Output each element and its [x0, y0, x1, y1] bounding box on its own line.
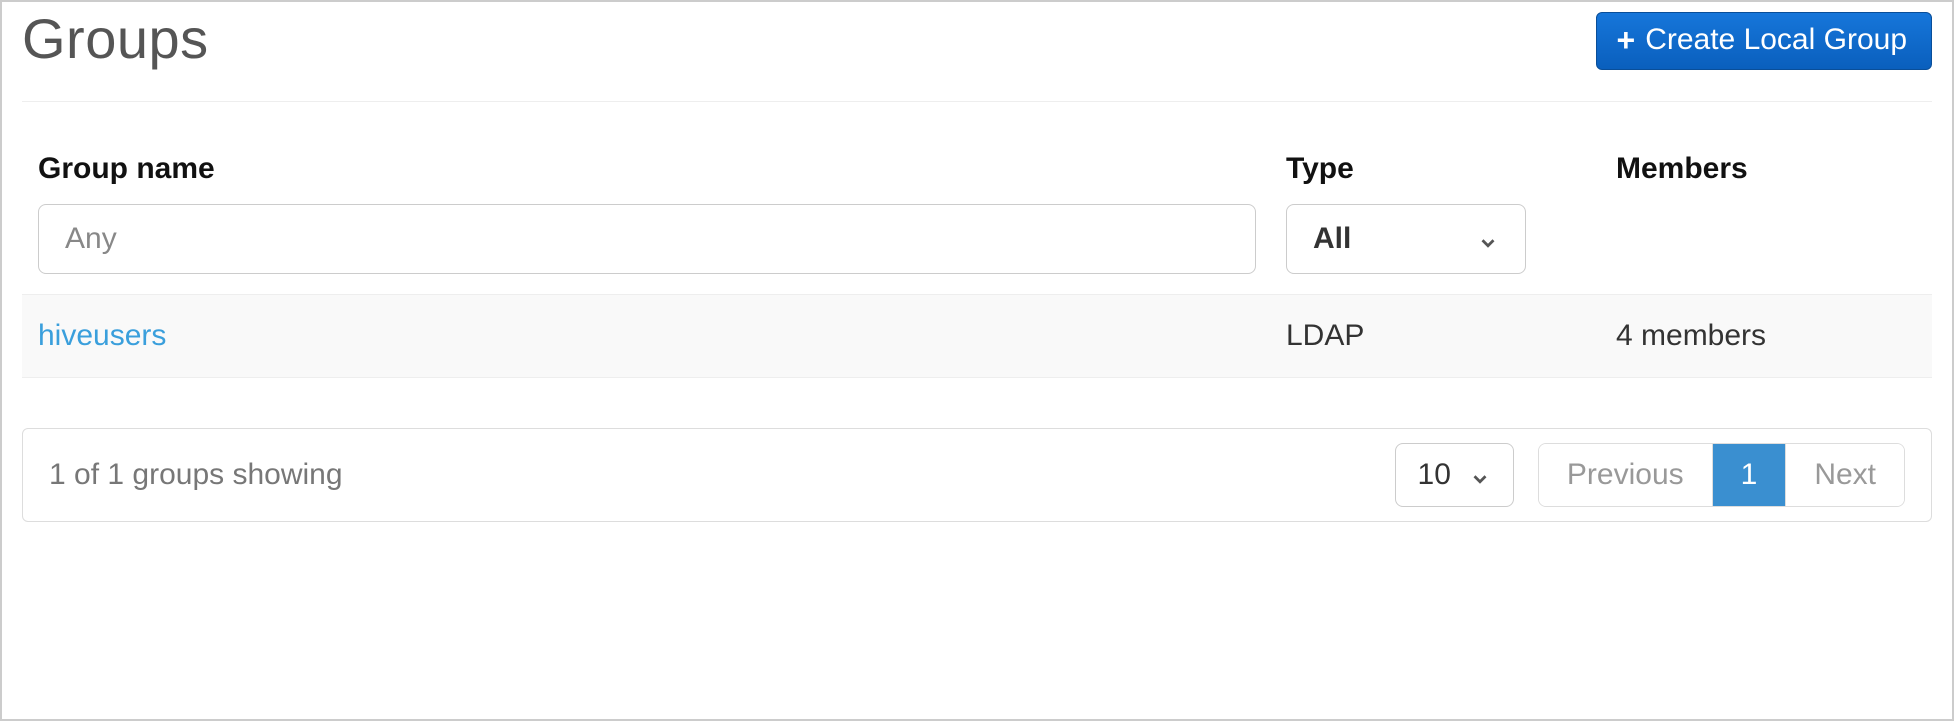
- group-type-cell: LDAP: [1286, 319, 1364, 352]
- table-footer: 1 of 1 groups showing 10 Previous 1 Next: [22, 428, 1932, 522]
- table-header-row: Group name Type All Members: [22, 152, 1932, 274]
- page-title: Groups: [22, 6, 209, 71]
- chevron-down-icon: [1469, 464, 1491, 486]
- type-filter-value: All: [1313, 222, 1351, 256]
- group-name-link[interactable]: hiveusers: [38, 319, 166, 352]
- groups-table: Group name Type All Members hiveusers: [22, 152, 1932, 378]
- pager-page-1-button[interactable]: 1: [1713, 444, 1787, 506]
- page-header: Groups + Create Local Group: [22, 2, 1932, 102]
- rows-showing-status: 1 of 1 groups showing: [49, 458, 1371, 492]
- plus-icon: +: [1617, 24, 1636, 56]
- pager-previous-button[interactable]: Previous: [1539, 444, 1713, 506]
- table-row: hiveusers LDAP 4 members: [22, 294, 1932, 378]
- table-body: hiveusers LDAP 4 members: [22, 294, 1932, 378]
- col-members: Members: [1616, 152, 1916, 204]
- group-members-cell: 4 members: [1616, 319, 1766, 352]
- page-size-value: 10: [1418, 458, 1451, 492]
- pagination: Previous 1 Next: [1538, 443, 1905, 507]
- th-type: Type: [1286, 152, 1586, 186]
- groups-page: Groups + Create Local Group Group name T…: [0, 0, 1954, 721]
- pager-next-button[interactable]: Next: [1786, 444, 1904, 506]
- th-members: Members: [1616, 152, 1916, 186]
- type-filter-select[interactable]: All: [1286, 204, 1526, 274]
- page-size-select[interactable]: 10: [1395, 443, 1514, 507]
- col-group-name: Group name: [38, 152, 1256, 274]
- col-type: Type All: [1286, 152, 1586, 274]
- create-local-group-button[interactable]: + Create Local Group: [1596, 12, 1933, 70]
- chevron-down-icon: [1477, 228, 1499, 250]
- group-name-filter-input[interactable]: [38, 204, 1256, 274]
- th-group-name: Group name: [38, 152, 1256, 186]
- create-button-label: Create Local Group: [1645, 23, 1907, 57]
